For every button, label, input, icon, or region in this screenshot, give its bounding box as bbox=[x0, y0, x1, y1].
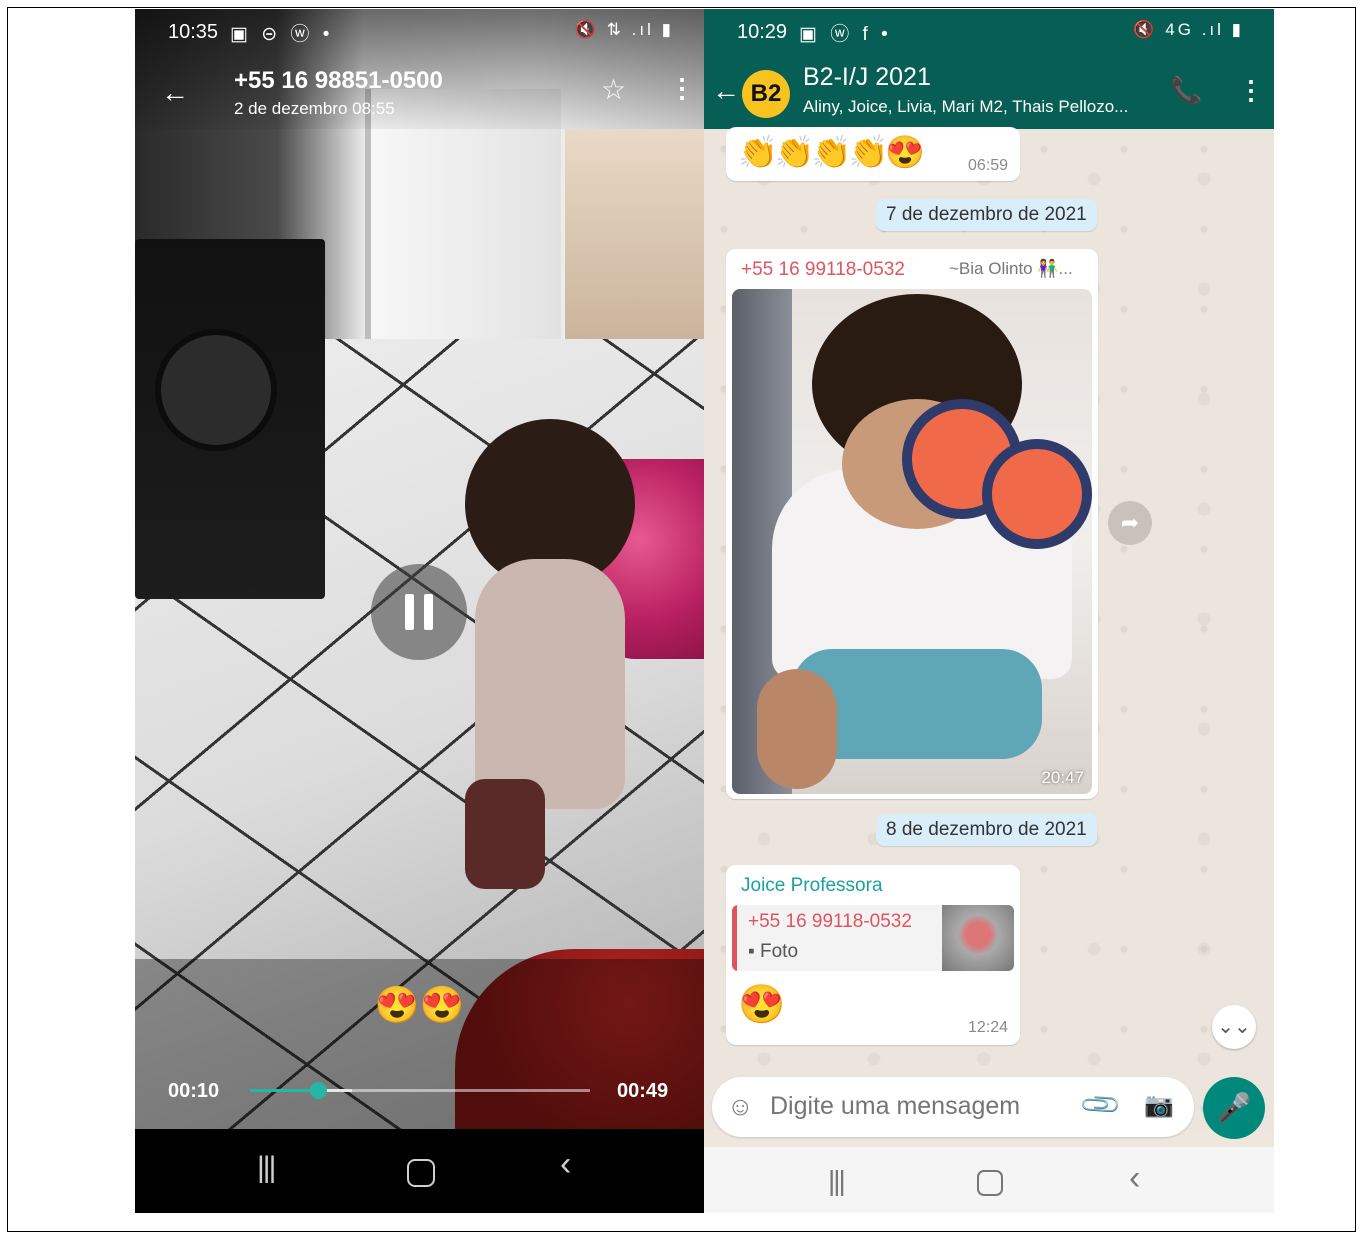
group-members[interactable]: Aliny, Joice, Livia, Mari M2, Thais Pell… bbox=[803, 97, 1128, 117]
notification-icons: ▣ ⓦ f • bbox=[799, 24, 892, 45]
star-icon[interactable]: ☆ bbox=[601, 73, 626, 106]
current-time: 00:10 bbox=[168, 1080, 220, 1102]
message-time: 12:24 bbox=[967, 1019, 1008, 1036]
date-separator: 8 de dezembro de 2021 bbox=[876, 814, 1097, 846]
video-header: ← +55 16 98851-0500 2 de dezembro 08:55 … bbox=[135, 59, 704, 129]
status-bar: 10:35 ▣ ⊝ ⓦ • 🔇 ⇅ .ıl ▮ bbox=[135, 9, 704, 55]
system-icons: 🔇 4G .ıl ▮ bbox=[1133, 20, 1244, 39]
add-call-icon[interactable]: 📞 bbox=[1170, 75, 1202, 106]
emoji-icon[interactable]: ☺ bbox=[727, 1091, 754, 1122]
navigation-bar: ||| ‹ bbox=[704, 1147, 1274, 1213]
status-bar: 10:29 ▣ ⓦ f • 🔇 4G .ıl ▮ bbox=[704, 9, 1274, 55]
sender-alias: ~Bia Olinto 👫... bbox=[949, 259, 1073, 278]
group-name[interactable]: B2-I/J 2021 bbox=[803, 63, 931, 92]
video-speaker bbox=[135, 239, 325, 599]
message-text: 👏👏👏👏😍 bbox=[738, 134, 925, 170]
attach-icon[interactable]: 📎 bbox=[1078, 1082, 1124, 1128]
message-bubble[interactable]: 👏👏👏👏😍 06:59 bbox=[726, 127, 1020, 181]
notification-icons: ▣ ⊝ ⓦ • bbox=[230, 24, 334, 45]
group-avatar[interactable]: B2 bbox=[742, 70, 790, 118]
recents-icon[interactable]: ||| bbox=[828, 1165, 846, 1197]
recents-icon[interactable]: ||| bbox=[257, 1151, 276, 1185]
message-text: 😍 bbox=[738, 984, 786, 1026]
status-time: 10:29 bbox=[737, 21, 788, 43]
chat-header: 10:29 ▣ ⓦ f • 🔇 4G .ıl ▮ ← B2 B2-I/J 202… bbox=[704, 9, 1274, 129]
message-sender[interactable]: +55 16 99118-0532 bbox=[741, 259, 905, 281]
system-icons: 🔇 ⇅ .ıl ▮ bbox=[574, 20, 674, 39]
seek-handle[interactable] bbox=[310, 1082, 327, 1099]
more-options-icon[interactable]: ⋮ bbox=[669, 73, 695, 104]
video-timeline: 00:10 00:49 bbox=[135, 1074, 704, 1114]
video-outside bbox=[565, 129, 704, 349]
back-arrow-icon[interactable]: ← bbox=[161, 77, 189, 109]
date-separator: 7 de dezembro de 2021 bbox=[876, 199, 1097, 231]
message-input[interactable] bbox=[770, 1092, 1070, 1121]
sent-date: 2 de dezembro 08:55 bbox=[234, 99, 395, 118]
seek-bar[interactable] bbox=[250, 1082, 590, 1099]
child-body bbox=[475, 559, 625, 809]
back-arrow-icon[interactable]: ← bbox=[712, 75, 740, 107]
quoted-message[interactable]: +55 16 99118-0532 ▪ Foto bbox=[732, 905, 1014, 971]
photo-image[interactable]: 20:47 bbox=[732, 289, 1092, 794]
message-time: 20:47 bbox=[1041, 768, 1084, 787]
quoted-type: ▪ Foto bbox=[748, 941, 799, 962]
photo-message[interactable]: +55 16 99118-0532 ~Bia Olinto 👫... 20:47 bbox=[726, 249, 1098, 799]
total-duration: 00:49 bbox=[617, 1080, 669, 1102]
photo-binocular-right bbox=[982, 439, 1092, 549]
photo-leg bbox=[757, 669, 837, 789]
scroll-down-icon[interactable]: ⌄⌄ bbox=[1212, 1005, 1256, 1049]
message-time: 06:59 bbox=[967, 157, 1008, 174]
home-icon[interactable] bbox=[977, 1170, 1003, 1196]
video-caption: 😍😍 bbox=[374, 984, 465, 1025]
home-icon[interactable] bbox=[407, 1159, 435, 1187]
back-icon[interactable]: ‹ bbox=[560, 1145, 571, 1184]
navigation-bar: ||| ‹ bbox=[135, 1129, 704, 1213]
video-viewer-screen: 10:35 ▣ ⊝ ⓦ • 🔇 ⇅ .ıl ▮ ← +55 16 98851-0… bbox=[135, 9, 704, 1213]
camera-icon[interactable]: 📷 bbox=[1144, 1091, 1174, 1120]
pause-button[interactable] bbox=[371, 564, 467, 660]
quoted-sender: +55 16 99118-0532 bbox=[748, 911, 912, 932]
message-composer: ☺ 📎 📷 bbox=[712, 1077, 1194, 1137]
video-child bbox=[425, 419, 655, 889]
back-icon[interactable]: ‹ bbox=[1129, 1159, 1140, 1198]
forward-icon[interactable]: ➦ bbox=[1108, 501, 1152, 545]
reply-message[interactable]: Joice Professora +55 16 99118-0532 ▪ Fot… bbox=[726, 865, 1020, 1045]
sender-number: +55 16 98851-0500 bbox=[234, 67, 443, 94]
progress-bar bbox=[250, 1089, 318, 1092]
child-leg bbox=[465, 779, 545, 889]
chat-screen: 10:29 ▣ ⓦ f • 🔇 4G .ıl ▮ ← B2 B2-I/J 202… bbox=[704, 9, 1274, 1213]
quoted-thumbnail bbox=[942, 905, 1014, 971]
more-options-icon[interactable]: ⋮ bbox=[1238, 75, 1264, 106]
status-time: 10:35 bbox=[168, 21, 219, 43]
message-sender[interactable]: Joice Professora bbox=[741, 875, 883, 897]
mic-icon[interactable]: 🎤 bbox=[1203, 1077, 1265, 1139]
